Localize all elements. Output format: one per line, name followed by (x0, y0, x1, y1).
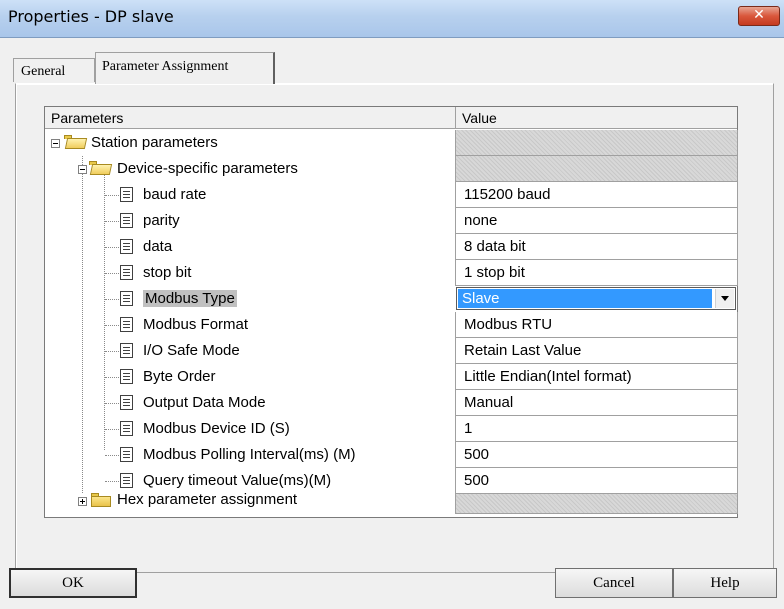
tree-branch (105, 195, 119, 196)
cancel-button[interactable]: Cancel (555, 568, 673, 598)
value-cell[interactable]: 8 data bit (455, 234, 738, 260)
value-cell[interactable]: Modbus RTU (455, 312, 738, 338)
tab-general[interactable]: General (13, 58, 95, 82)
ok-button[interactable]: OK (9, 568, 137, 598)
row-value: Little Endian(Intel format) (464, 368, 632, 385)
window-title: Properties - DP slave (8, 7, 174, 26)
row-label: Station parameters (91, 134, 218, 151)
value-cell (455, 130, 738, 156)
tree-row-stop-bit[interactable]: stop bit 1 stop bit (45, 260, 738, 286)
row-label: parity (143, 212, 180, 229)
parameter-icon (120, 343, 133, 358)
chevron-down-icon[interactable] (715, 289, 734, 308)
close-button[interactable]: ✕ (738, 6, 780, 26)
tree-row-hex-parameter-assignment[interactable]: Hex parameter assignment (45, 486, 738, 514)
parameter-icon (120, 421, 133, 436)
collapse-icon[interactable] (51, 139, 60, 148)
tree-row-io-safe-mode[interactable]: I/O Safe Mode Retain Last Value (45, 338, 738, 364)
tree-branch (105, 429, 119, 430)
tree-branch (105, 403, 119, 404)
folder-open-icon (89, 161, 109, 175)
parameter-icon (120, 447, 133, 462)
parameter-icon (120, 395, 133, 410)
property-grid: Parameters Value Station parameters Devi… (44, 106, 738, 518)
parameter-icon (120, 239, 133, 254)
tree-row-modbus-format[interactable]: Modbus Format Modbus RTU (45, 312, 738, 338)
value-cell[interactable]: Retain Last Value (455, 338, 738, 364)
value-cell[interactable]: 500 (455, 442, 738, 468)
value-cell[interactable]: 115200 baud (455, 182, 738, 208)
row-label: data (143, 238, 173, 255)
row-label: Output Data Mode (143, 394, 266, 411)
row-value: 500 (464, 446, 490, 463)
row-label: stop bit (143, 264, 192, 281)
select-value: Slave (458, 289, 712, 308)
tree-branch (105, 273, 119, 274)
tab-parameter-assignment[interactable]: Parameter Assignment (95, 52, 275, 84)
title-bar: Properties - DP slave ✕ (0, 0, 784, 38)
row-label: Byte Order (143, 368, 216, 385)
value-cell (455, 494, 738, 514)
tree-branch (105, 247, 119, 248)
value-cell[interactable]: 1 (455, 416, 738, 442)
row-value: 8 data bit (464, 238, 526, 255)
tree-branch (105, 221, 119, 222)
close-icon: ✕ (753, 7, 765, 23)
tree-row-station-parameters[interactable]: Station parameters (45, 130, 738, 156)
value-cell[interactable]: 1 stop bit (455, 260, 738, 286)
value-cell (455, 156, 738, 182)
column-header-value[interactable]: Value (456, 107, 737, 129)
value-cell[interactable]: Manual (455, 390, 738, 416)
help-button[interactable]: Help (673, 568, 777, 598)
collapse-icon[interactable] (78, 165, 87, 174)
row-label: baud rate (143, 186, 207, 203)
row-value: 115200 baud (464, 186, 551, 203)
tree-row-modbus-type[interactable]: Modbus Type Slave (45, 286, 737, 312)
row-label: Modbus Polling Interval(ms) (M) (143, 446, 356, 463)
tree-row-data[interactable]: data 8 data bit (45, 234, 738, 260)
tree-row-modbus-polling-interval[interactable]: Modbus Polling Interval(ms) (M) 500 (45, 442, 738, 468)
row-value: Manual (464, 394, 514, 411)
row-label: Hex parameter assignment (117, 491, 298, 508)
parameter-icon (120, 265, 133, 280)
tree-row-modbus-device-id[interactable]: Modbus Device ID (S) 1 (45, 416, 738, 442)
parameter-icon (120, 213, 133, 228)
expand-icon[interactable] (78, 497, 87, 506)
row-value: Retain Last Value (464, 342, 582, 359)
row-label: Modbus Format (143, 316, 249, 333)
tree-branch (105, 299, 119, 300)
tree-row-output-data-mode[interactable]: Output Data Mode Manual (45, 390, 738, 416)
row-label: I/O Safe Mode (143, 342, 240, 359)
modbus-type-select[interactable]: Slave (456, 287, 736, 310)
column-header-parameters[interactable]: Parameters (45, 107, 456, 129)
tree-branch (105, 351, 119, 352)
tree-row-byte-order[interactable]: Byte Order Little Endian(Intel format) (45, 364, 738, 390)
tree-row-device-specific-parameters[interactable]: Device-specific parameters (45, 156, 738, 182)
row-label: Device-specific parameters (117, 160, 298, 177)
row-value: Modbus RTU (464, 316, 553, 333)
row-label: Modbus Device ID (S) (143, 420, 290, 437)
parameter-icon (120, 317, 133, 332)
row-value: 1 stop bit (464, 264, 525, 281)
tree-row-baud-rate[interactable]: baud rate 115200 baud (45, 182, 738, 208)
row-value: none (464, 212, 498, 229)
folder-open-icon (64, 135, 84, 149)
tree-branch (105, 325, 119, 326)
tree-branch (105, 377, 119, 378)
value-cell[interactable]: none (455, 208, 738, 234)
value-cell[interactable]: Little Endian(Intel format) (455, 364, 738, 390)
row-value: 1 (464, 420, 473, 437)
parameter-icon (120, 369, 133, 384)
tree-row-parity[interactable]: parity none (45, 208, 738, 234)
row-label: Modbus Type (143, 290, 237, 307)
tree-branch (105, 455, 119, 456)
parameter-icon (120, 291, 133, 306)
parameter-icon (120, 187, 133, 202)
folder-icon (91, 493, 111, 507)
tree-branch (105, 481, 119, 482)
